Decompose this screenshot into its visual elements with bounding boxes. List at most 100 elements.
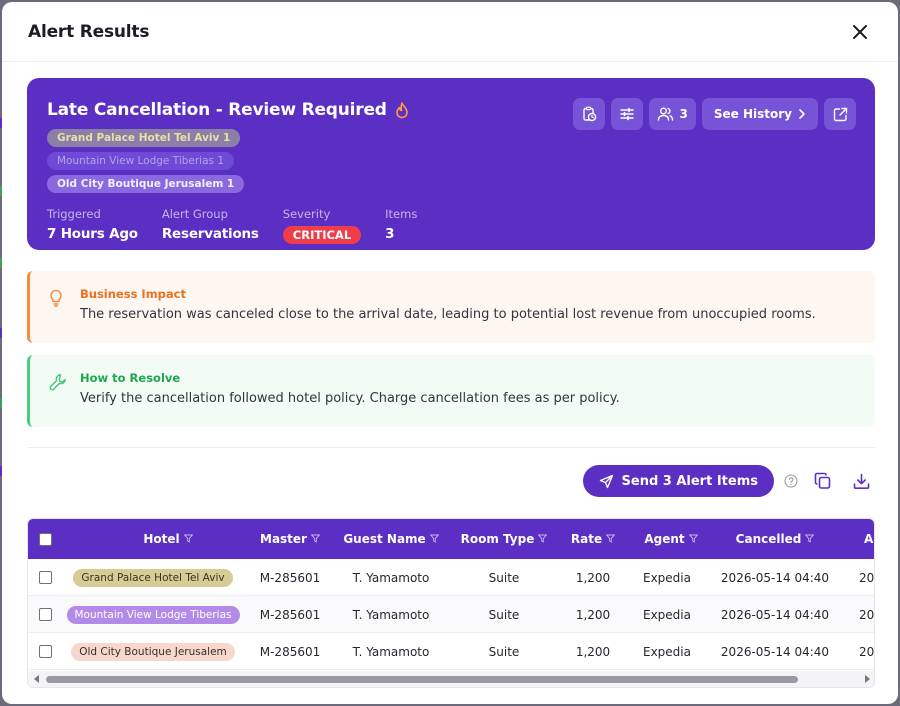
filter-icon[interactable] xyxy=(429,532,439,546)
cell-rate: 1,200 xyxy=(575,570,611,585)
cell-master: M-285601 xyxy=(259,644,321,659)
column-header-room-type[interactable]: Room Type xyxy=(454,519,554,559)
lightbulb-icon xyxy=(50,289,62,307)
horizontal-scrollbar[interactable] xyxy=(28,671,874,687)
cell-agent: Expedia xyxy=(643,570,691,585)
cell-agent: Expedia xyxy=(643,644,691,659)
column-header-partial[interactable]: A xyxy=(864,519,874,559)
fire-icon xyxy=(395,101,408,118)
help-circle-icon xyxy=(784,474,798,488)
filter-icon[interactable] xyxy=(805,532,815,546)
column-header-cancelled[interactable]: Cancelled xyxy=(714,519,836,559)
row-checkbox[interactable] xyxy=(36,596,54,633)
sliders-icon xyxy=(619,107,634,121)
business-impact-panel: Business Impact The reservation was canc… xyxy=(27,271,875,343)
wrench-icon xyxy=(49,374,66,391)
filter-icon[interactable] xyxy=(538,532,548,546)
cell-cancelled: 2026-05-14 04:40 xyxy=(720,607,830,622)
cell-partial: 202 xyxy=(859,607,875,622)
chevron-right-icon xyxy=(799,109,805,119)
column-label: Guest Name xyxy=(343,532,426,546)
cell-master: M-285601 xyxy=(259,607,321,622)
meta-items: Items 3 xyxy=(385,207,417,244)
hotel-chip[interactable]: Mountain View Lodge Tiberias 1 xyxy=(47,152,235,170)
hotel-chips: Grand Palace Hotel Tel Aviv 1 Mountain V… xyxy=(47,129,427,193)
column-header-guest-name[interactable]: Guest Name xyxy=(341,519,441,559)
column-label: Master xyxy=(260,532,307,546)
table-row[interactable]: Grand Palace Hotel Tel Aviv M-285601 T. … xyxy=(28,559,874,596)
meta-label: Severity xyxy=(282,207,331,221)
help-button[interactable] xyxy=(782,466,800,496)
see-history-button[interactable]: See History xyxy=(701,98,818,130)
close-button[interactable] xyxy=(848,20,872,44)
scroll-thumb[interactable] xyxy=(46,676,798,683)
resolve-text: Verify the cancellation followed hotel p… xyxy=(80,391,620,406)
row-checkbox[interactable] xyxy=(36,559,54,596)
open-external-button[interactable] xyxy=(824,98,856,130)
scroll-left-arrow[interactable] xyxy=(32,674,42,684)
meta-value: 3 xyxy=(385,226,395,242)
impact-text: The reservation was canceled close to th… xyxy=(80,307,816,322)
filter-icon[interactable] xyxy=(688,532,698,546)
meta-triggered: Triggered 7 Hours Ago xyxy=(47,207,138,244)
users-icon xyxy=(657,107,673,121)
filter-icon[interactable] xyxy=(310,532,321,546)
hotel-tag[interactable]: Mountain View Lodge Tiberias xyxy=(66,605,240,624)
column-header-master[interactable]: Master xyxy=(250,519,330,559)
alert-results-modal: Alert Results Late Cancellation - Review… xyxy=(2,2,898,704)
column-label: Room Type xyxy=(460,532,535,546)
alert-summary-card: Late Cancellation - Review Required Gran… xyxy=(27,78,875,250)
modal-title: Alert Results xyxy=(28,21,150,42)
assignees-count: 3 xyxy=(679,107,688,121)
table-header: Hotel Master Guest Name Room Type Rate A… xyxy=(28,519,874,559)
filter-icon[interactable] xyxy=(605,532,616,546)
column-label: Agent xyxy=(644,532,685,546)
meta-severity: Severity CRITICAL xyxy=(282,207,362,244)
column-header-agent[interactable]: Agent xyxy=(632,519,710,559)
cell-room-type: Suite xyxy=(488,607,520,622)
close-icon xyxy=(853,24,867,39)
scroll-right-arrow[interactable] xyxy=(862,674,872,684)
download-icon xyxy=(853,473,869,489)
download-button[interactable] xyxy=(846,466,876,496)
cell-partial: 202 xyxy=(859,644,875,659)
table-row[interactable]: Old City Boutique Jerusalem M-285601 T. … xyxy=(28,633,874,670)
severity-badge: CRITICAL xyxy=(282,226,362,244)
cell-rate: 1,200 xyxy=(575,644,611,659)
cell-master: M-285601 xyxy=(259,570,321,585)
how-to-resolve-panel: How to Resolve Verify the cancellation f… xyxy=(27,355,875,427)
cell-guest-name: T. Yamamoto xyxy=(352,644,430,659)
cell-rate: 1,200 xyxy=(575,607,611,622)
copy-button[interactable] xyxy=(808,466,838,496)
hotel-tag[interactable]: Old City Boutique Jerusalem xyxy=(71,642,235,661)
send-alert-items-button[interactable]: Send 3 Alert Items xyxy=(582,465,774,497)
cell-cancelled: 2026-05-14 04:40 xyxy=(720,644,830,659)
alert-title-text: Late Cancellation - Review Required xyxy=(47,100,387,120)
column-label: A xyxy=(864,532,874,546)
divider xyxy=(27,447,875,448)
hotel-chip[interactable]: Grand Palace Hotel Tel Aviv 1 xyxy=(47,129,241,147)
row-checkbox[interactable] xyxy=(36,633,54,670)
hotel-chip[interactable]: Old City Boutique Jerusalem 1 xyxy=(47,175,245,193)
cell-guest-name: T. Yamamoto xyxy=(352,607,430,622)
hotel-tag[interactable]: Grand Palace Hotel Tel Aviv xyxy=(73,568,233,587)
select-all-checkbox[interactable] xyxy=(36,519,54,559)
column-label: Hotel xyxy=(143,532,180,546)
clipboard-clock-icon xyxy=(582,106,596,122)
column-header-hotel[interactable]: Hotel xyxy=(78,519,258,559)
cell-agent: Expedia xyxy=(643,607,691,622)
column-header-rate[interactable]: Rate xyxy=(558,519,628,559)
meta-label: Alert Group xyxy=(161,207,228,221)
external-link-icon xyxy=(833,107,847,121)
table-row[interactable]: Mountain View Lodge Tiberias M-285601 T.… xyxy=(28,596,874,633)
meta-label: Triggered xyxy=(47,207,101,221)
cell-cancelled: 2026-05-14 04:40 xyxy=(720,570,830,585)
filter-icon[interactable] xyxy=(183,532,193,546)
settings-button[interactable] xyxy=(610,98,643,130)
alert-items-table: Hotel Master Guest Name Room Type Rate A… xyxy=(27,518,875,688)
meta-value: Reservations xyxy=(161,226,259,242)
cell-room-type: Suite xyxy=(488,644,520,659)
schedule-button[interactable] xyxy=(572,98,605,130)
assignees-button[interactable]: 3 xyxy=(648,98,696,130)
cell-guest-name: T. Yamamoto xyxy=(352,570,430,585)
